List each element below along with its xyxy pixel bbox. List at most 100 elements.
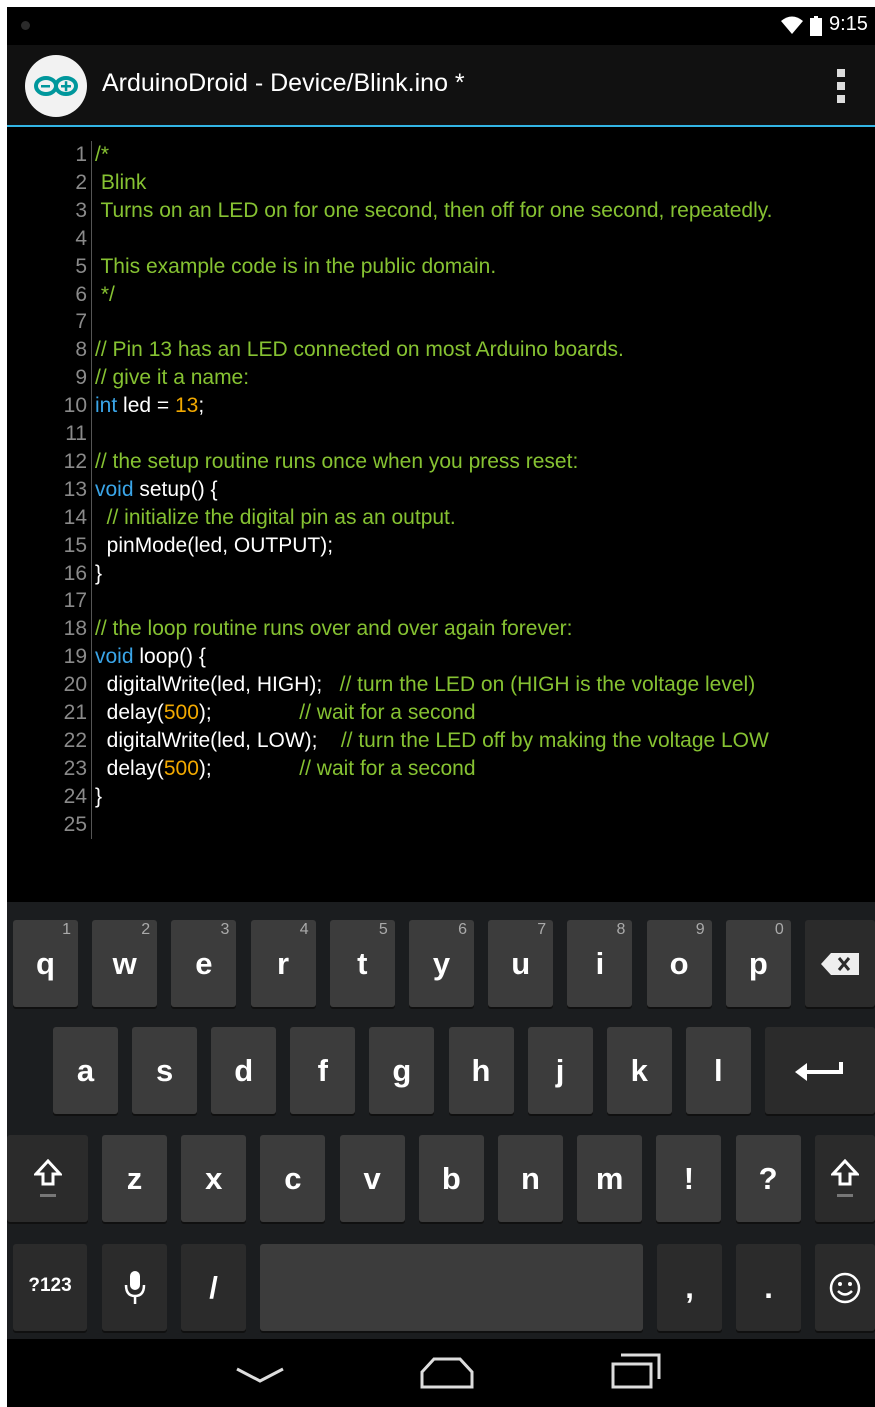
code-text: // initialize the digital pin as an outp…	[95, 504, 456, 532]
line-number: 9	[75, 366, 87, 390]
line-number: 15	[63, 533, 87, 557]
key-label: s	[155, 1053, 174, 1088]
key-d[interactable]: d	[211, 1027, 277, 1114]
period-key[interactable]: .	[736, 1244, 801, 1331]
key-r[interactable]: 4r	[250, 920, 316, 1007]
code-token-number: 500	[163, 756, 199, 780]
code-token-comment: Blink	[95, 170, 147, 194]
window-title: ArduinoDroid - Device/Blink.ino *	[102, 69, 465, 97]
code-text: delay(500); // wait for a second	[95, 755, 476, 783]
key-l[interactable]: l	[685, 1027, 751, 1114]
enter-key[interactable]	[765, 1027, 875, 1114]
key-g[interactable]: g	[369, 1027, 435, 1114]
code-text: Blink	[95, 169, 147, 197]
key-exclamation[interactable]: !	[656, 1135, 722, 1222]
key-u[interactable]: 7u	[488, 920, 554, 1007]
battery-icon	[810, 16, 822, 36]
code-line: 12 // the setup routine runs once when yo…	[7, 448, 875, 476]
code-token-comment: // initialize the digital pin as an outp…	[95, 505, 456, 529]
spacebar[interactable]	[260, 1244, 643, 1331]
key-c[interactable]: c	[260, 1135, 326, 1222]
key-label: t	[357, 946, 368, 981]
key-a[interactable]: a	[53, 1027, 118, 1114]
code-token-plain: ;	[198, 394, 205, 418]
line-number: 25	[63, 812, 87, 836]
key-label: z	[126, 1161, 143, 1196]
shift-icon	[33, 1158, 62, 1197]
key-b[interactable]: b	[418, 1135, 484, 1222]
code-token-plain: }	[95, 561, 103, 585]
code-text: pinMode(led, OUTPUT);	[95, 532, 333, 560]
code-token-plain: setup() {	[133, 477, 218, 501]
code-token-comment: // wait for a second	[299, 701, 476, 724]
key-label: l	[713, 1053, 723, 1088]
line-number: 18	[63, 617, 87, 641]
backspace-key[interactable]	[805, 920, 875, 1007]
code-token-plain: pinMode(led, OUTPUT);	[95, 533, 334, 557]
code-text: void loop() {	[95, 643, 206, 671]
code-token-plain: );	[198, 701, 300, 724]
code-token-keyword: void	[95, 645, 134, 669]
code-text: delay(500); // wait for a second	[95, 699, 476, 727]
key-x[interactable]: x	[181, 1135, 247, 1222]
key-w[interactable]: 2w	[92, 920, 158, 1007]
key-f[interactable]: f	[290, 1027, 356, 1114]
key-s[interactable]: s	[132, 1027, 198, 1114]
code-line: 19 void loop() {	[7, 643, 875, 671]
key-y[interactable]: 6y	[409, 920, 474, 1007]
key-v[interactable]: v	[339, 1135, 405, 1222]
code-line: 18 // the loop routine runs over and over…	[7, 615, 875, 643]
code-token-plain: );	[198, 756, 300, 780]
key-h[interactable]: h	[448, 1027, 514, 1114]
key-n[interactable]: n	[498, 1135, 563, 1222]
key-k[interactable]: k	[606, 1027, 672, 1114]
emoji-key[interactable]	[815, 1244, 875, 1331]
code-text: }	[95, 560, 102, 588]
key-label: q	[36, 946, 55, 981]
back-chevron-icon[interactable]	[235, 1365, 285, 1385]
shift-key-right[interactable]	[815, 1135, 875, 1222]
code-text: // give it a name:	[95, 364, 249, 392]
key-i[interactable]: 8i	[567, 920, 633, 1007]
key-label: d	[234, 1053, 254, 1088]
home-icon[interactable]	[420, 1357, 474, 1389]
code-token-comment: */	[95, 282, 115, 306]
key-z[interactable]: z	[102, 1135, 167, 1222]
key-m[interactable]: m	[577, 1135, 643, 1222]
key-label: v	[363, 1161, 381, 1196]
line-number: 13	[63, 477, 87, 501]
comma-key[interactable]: ,	[657, 1244, 722, 1331]
key-e[interactable]: 3e	[171, 920, 237, 1007]
key-o[interactable]: 9o	[646, 920, 712, 1007]
key-label: w	[112, 946, 137, 981]
line-number: 11	[65, 422, 87, 445]
code-token-comment: // turn the LED off by making the voltag…	[340, 728, 769, 752]
key-j[interactable]: j	[527, 1027, 593, 1114]
notification-dot-icon	[21, 21, 30, 30]
key-hint: 7	[537, 921, 547, 938]
arduino-logo-icon[interactable]	[25, 55, 87, 117]
slash-key[interactable]: /	[181, 1244, 246, 1331]
code-line: 4	[7, 225, 875, 253]
comma-key-label: ,	[685, 1270, 694, 1305]
line-number: 3	[75, 198, 87, 222]
overflow-menu-icon[interactable]	[822, 65, 862, 107]
code-token-comment: // the setup routine runs once when you …	[95, 449, 579, 473]
key-t[interactable]: 5t	[329, 920, 395, 1007]
code-token-comment: // the loop routine runs over and over a…	[95, 617, 573, 641]
code-token-plain: delay(	[95, 756, 164, 780]
microphone-key[interactable]	[102, 1244, 167, 1331]
line-number: 20	[63, 673, 87, 697]
key-p[interactable]: 0p	[725, 920, 791, 1007]
symbols-key[interactable]: ?123	[13, 1244, 87, 1331]
code-text: // the loop routine runs over and over a…	[95, 615, 572, 643]
key-question[interactable]: ?	[735, 1135, 801, 1222]
key-q[interactable]: 1q	[13, 920, 78, 1007]
shift-key-left[interactable]	[7, 1135, 88, 1222]
code-line: 9 // give it a name:	[7, 364, 875, 392]
code-editor[interactable]: 1/* 2 Blink 3 Turns on an LED on for one s…	[7, 127, 875, 902]
recent-apps-icon[interactable]	[611, 1353, 661, 1389]
code-token-comment: This example code is in the public domai…	[95, 254, 497, 278]
key-label: j	[555, 1053, 565, 1088]
line-number: 6	[75, 282, 87, 306]
